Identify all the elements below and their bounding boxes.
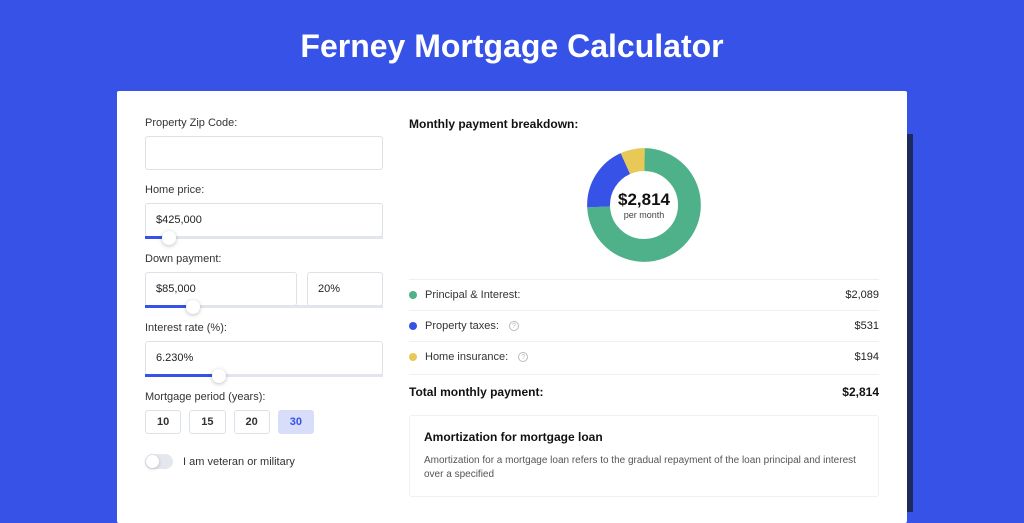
pi-label: Principal & Interest: [425, 289, 520, 301]
info-icon[interactable]: ? [509, 321, 519, 331]
period-field: Mortgage period (years): 10 15 20 30 [145, 391, 383, 434]
price-label: Home price: [145, 184, 383, 196]
donut-sub: per month [618, 210, 670, 220]
rate-input[interactable]: 6.230% [145, 341, 383, 375]
breakdown-title: Monthly payment breakdown: [409, 117, 879, 131]
price-input[interactable]: $425,000 [145, 203, 383, 237]
down-slider-thumb[interactable] [186, 300, 200, 314]
price-value: $425,000 [156, 214, 202, 226]
period-buttons: 10 15 20 30 [145, 410, 383, 434]
page-title: Ferney Mortgage Calculator [0, 0, 1024, 91]
rate-value: 6.230% [156, 352, 193, 364]
rate-field: Interest rate (%): 6.230% [145, 322, 383, 377]
breakdown-row-pi: Principal & Interest: $2,089 [409, 280, 879, 310]
donut-chart: $2,814 per month [409, 145, 879, 265]
zip-field: Property Zip Code: [145, 117, 383, 170]
tax-value: $531 [855, 320, 879, 332]
dot-pi [409, 291, 417, 299]
breakdown-row-ins: Home insurance: ? $194 [409, 342, 879, 372]
down-value: $85,000 [156, 283, 196, 295]
period-btn-15[interactable]: 15 [189, 410, 225, 434]
price-field: Home price: $425,000 [145, 184, 383, 239]
total-value: $2,814 [842, 385, 879, 399]
breakdown-column: Monthly payment breakdown: $2,814 per mo… [409, 117, 879, 497]
dot-tax [409, 322, 417, 330]
price-slider[interactable] [145, 236, 383, 239]
ins-label: Home insurance: [425, 351, 508, 363]
zip-label: Property Zip Code: [145, 117, 383, 129]
period-btn-10[interactable]: 10 [145, 410, 181, 434]
dot-ins [409, 353, 417, 361]
breakdown-row-tax: Property taxes: ? $531 [409, 311, 879, 341]
total-label: Total monthly payment: [409, 385, 543, 399]
inputs-column: Property Zip Code: Home price: $425,000 … [145, 117, 383, 497]
down-amount-input[interactable]: $85,000 [145, 272, 297, 306]
amort-title: Amortization for mortgage loan [424, 430, 864, 444]
down-pct-value: 20% [318, 283, 340, 295]
down-slider[interactable] [145, 305, 383, 308]
down-percent-input[interactable]: 20% [307, 272, 383, 306]
down-field: Down payment: $85,000 20% [145, 253, 383, 308]
amortization-box: Amortization for mortgage loan Amortizat… [409, 415, 879, 497]
veteran-label: I am veteran or military [183, 456, 295, 468]
period-btn-30[interactable]: 30 [278, 410, 314, 434]
side-panel-shadow [907, 134, 913, 512]
price-slider-thumb[interactable] [162, 231, 176, 245]
total-row: Total monthly payment: $2,814 [409, 374, 879, 415]
pi-value: $2,089 [845, 289, 879, 301]
tax-label: Property taxes: [425, 320, 499, 332]
zip-input[interactable] [145, 136, 383, 170]
calculator-card: Property Zip Code: Home price: $425,000 … [117, 91, 907, 523]
veteran-toggle[interactable] [145, 454, 173, 469]
info-icon[interactable]: ? [518, 352, 528, 362]
rate-label: Interest rate (%): [145, 322, 383, 334]
rate-slider-thumb[interactable] [212, 369, 226, 383]
down-label: Down payment: [145, 253, 383, 265]
ins-value: $194 [855, 351, 879, 363]
donut-amount: $2,814 [618, 190, 670, 210]
donut-center: $2,814 per month [618, 190, 670, 220]
amort-text: Amortization for a mortgage loan refers … [424, 454, 864, 482]
veteran-row: I am veteran or military [145, 454, 383, 469]
period-label: Mortgage period (years): [145, 391, 383, 403]
rate-slider[interactable] [145, 374, 383, 377]
period-btn-20[interactable]: 20 [234, 410, 270, 434]
